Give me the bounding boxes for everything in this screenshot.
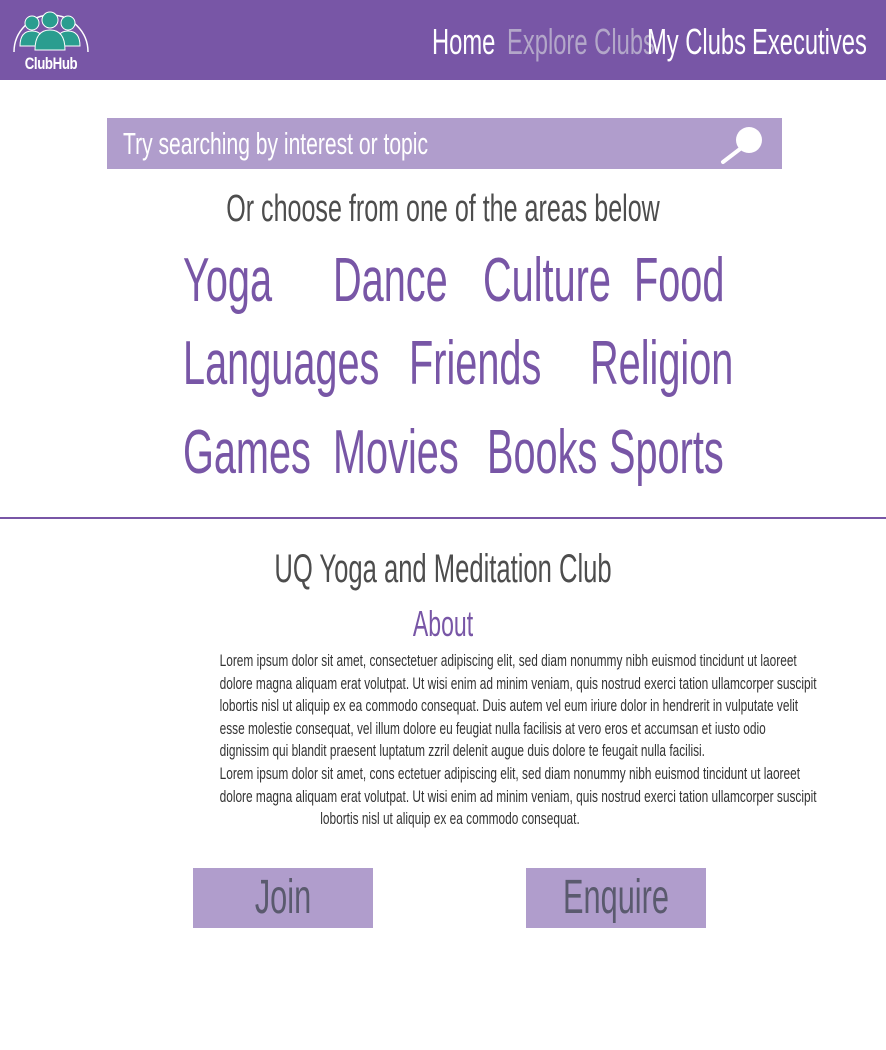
category-dance[interactable]: Dance	[333, 246, 448, 316]
category-religion[interactable]: Religion	[590, 329, 733, 399]
about-line: dolore magna aliquam erat volutpat. Ut w…	[219, 787, 817, 806]
category-culture[interactable]: Culture	[483, 246, 611, 316]
about-line: dignissim qui blandit praesent luptatum …	[219, 742, 705, 761]
category-sports[interactable]: Sports	[609, 418, 724, 488]
category-languages[interactable]: Languages	[183, 329, 379, 399]
category-subtitle: Or choose from one of the areas below	[226, 188, 660, 230]
search-input[interactable]	[123, 122, 722, 166]
about-line: esse molestie consequat, vel illum dolor…	[219, 719, 766, 738]
category-food[interactable]: Food	[634, 246, 724, 316]
category-yoga[interactable]: Yoga	[183, 246, 272, 316]
logo-text: ClubHub	[24, 54, 78, 73]
nav-my-clubs[interactable]: My Clubs	[647, 18, 746, 66]
category-books[interactable]: Books	[487, 418, 597, 488]
nav-explore-clubs[interactable]: Explore Clubs	[507, 18, 655, 66]
about-line: lobortis nisl ut aliquip ex ea commodo c…	[320, 810, 580, 829]
about-text: Lorem ipsum dolor sit amet, consectetuer…	[130, 650, 817, 831]
about-line: dolore magna aliquam erat volutpat. Ut w…	[219, 674, 817, 693]
search-button[interactable]	[716, 122, 772, 166]
about-line: lobortis nisl ut aliquip ex ea commodo c…	[219, 697, 799, 716]
top-navigation-bar: ClubHub Home Explore Clubs My Clubs Exec…	[0, 0, 886, 80]
clubhub-logo[interactable]: ClubHub	[10, 6, 92, 76]
people-group-icon	[13, 11, 89, 53]
search-bar	[107, 118, 782, 169]
enquire-button-label: Enquire	[563, 871, 669, 924]
join-button[interactable]: Join	[193, 868, 373, 928]
enquire-button[interactable]: Enquire	[526, 868, 706, 928]
category-games[interactable]: Games	[183, 418, 311, 488]
nav-executives[interactable]: Executives	[752, 18, 867, 66]
about-line: Lorem ipsum dolor sit amet, consectetuer…	[219, 652, 797, 670]
club-title: UQ Yoga and Meditation Club	[274, 547, 612, 591]
search-icon	[721, 127, 762, 164]
nav-home[interactable]: Home	[432, 18, 495, 66]
category-friends[interactable]: Friends	[409, 329, 541, 399]
about-heading: About	[412, 603, 474, 644]
section-divider	[0, 517, 886, 519]
category-movies[interactable]: Movies	[333, 418, 459, 488]
join-button-label: Join	[254, 871, 312, 924]
about-line: Lorem ipsum dolor sit amet, cons ectetue…	[219, 764, 801, 783]
